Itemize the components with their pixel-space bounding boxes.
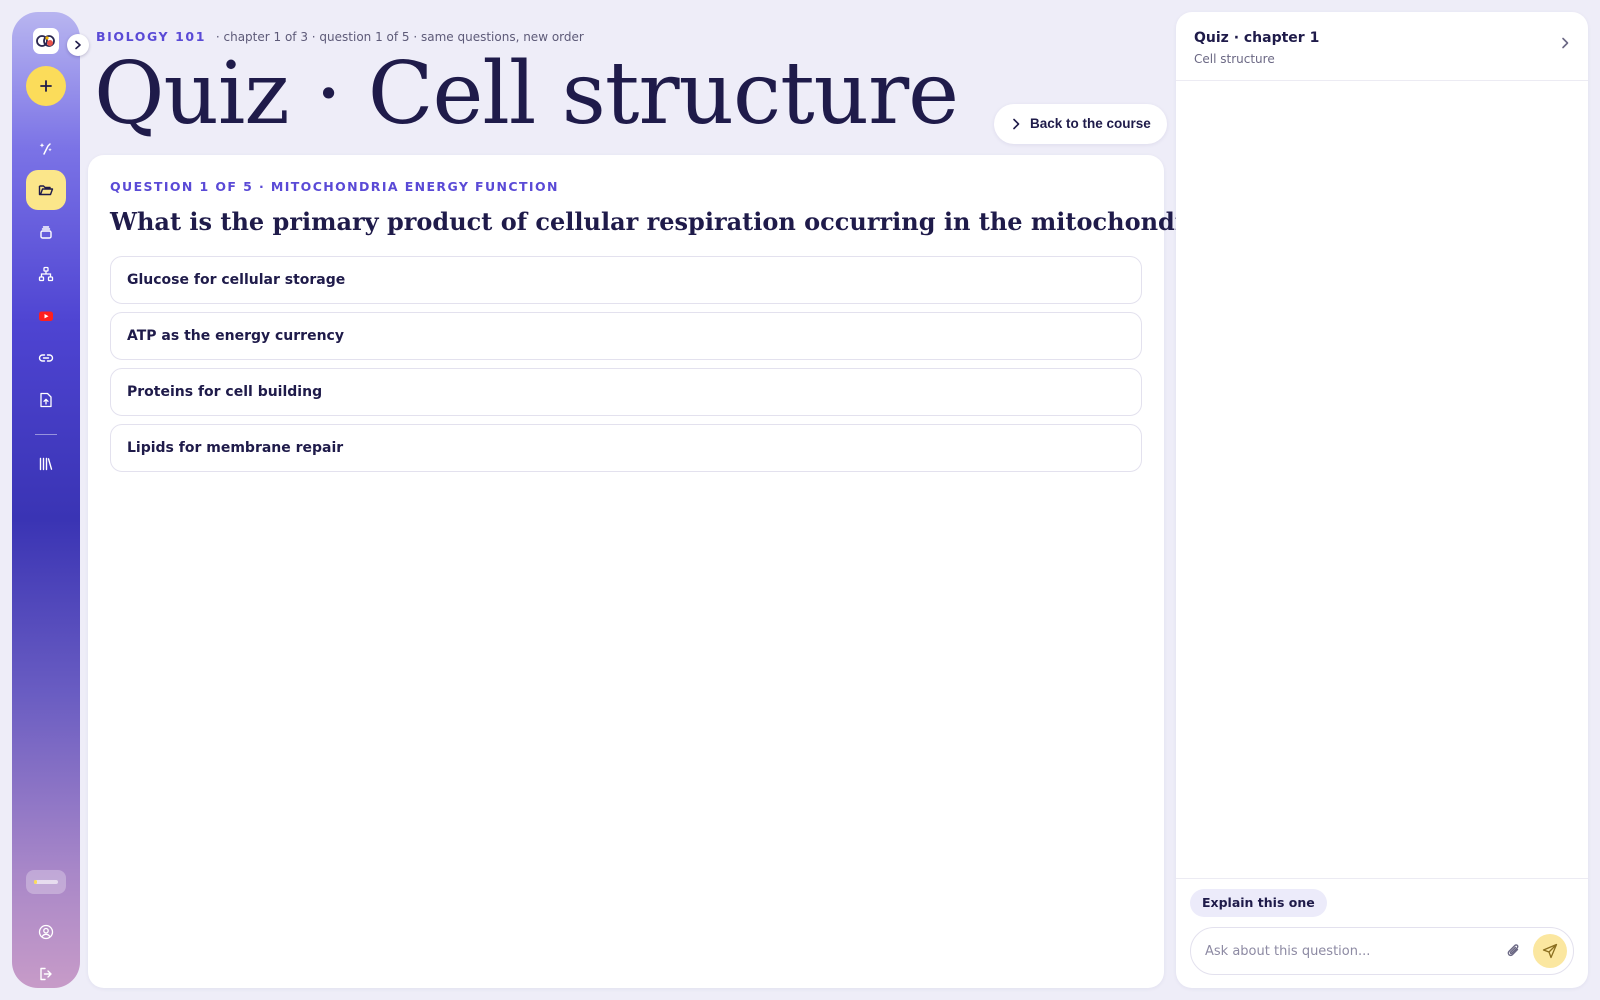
- panel-footer-divider: [1176, 878, 1588, 879]
- course-name[interactable]: BIOLOGY 101: [96, 29, 206, 44]
- answer-option[interactable]: ATP as the energy currency: [110, 312, 1142, 360]
- sidebar-item-library[interactable]: [26, 444, 66, 484]
- folder-open-icon: [38, 185, 54, 196]
- sparkles-icon: [39, 143, 52, 155]
- explain-this-one-button[interactable]: Explain this one: [1190, 889, 1327, 917]
- answer-option[interactable]: Lipids for membrane repair: [110, 424, 1142, 472]
- chevron-right-icon: [1013, 118, 1020, 130]
- chevron-right-icon: [75, 40, 81, 50]
- answer-option[interactable]: Proteins for cell building: [110, 368, 1142, 416]
- back-to-course-label: Back to the course: [1030, 116, 1151, 131]
- question-label: QUESTION 1 OF 5 · MITOCHONDRIA ENERGY FU…: [110, 179, 559, 194]
- sidebar-item-mindmap[interactable]: [26, 254, 66, 294]
- logo-icon: [36, 35, 55, 47]
- sidebar-item-links[interactable]: [26, 338, 66, 378]
- collapse-panel-button[interactable]: [1556, 34, 1574, 52]
- sidebar-expand-button[interactable]: [67, 34, 89, 56]
- quiz-context: · chapter 1 of 3 · question 1 of 5 · sam…: [215, 30, 584, 44]
- question-card: QUESTION 1 OF 5 · MITOCHONDRIA ENERGY FU…: [88, 155, 1226, 988]
- app-logo[interactable]: [33, 28, 59, 54]
- youtube-icon: [39, 311, 53, 321]
- assistant-panel: Quiz · chapter 1 Cell structure Explain …: [1176, 12, 1588, 988]
- sidebar: [12, 12, 89, 988]
- panel-title: Quiz · chapter 1: [1194, 30, 1320, 46]
- stack-icon: [40, 226, 52, 239]
- user-circle-icon: [38, 924, 54, 940]
- paperclip-icon: [1507, 944, 1519, 957]
- page-title: Quiz · Cell structure: [94, 44, 959, 144]
- add-button[interactable]: [26, 66, 66, 106]
- usage-progress: [26, 870, 66, 894]
- back-to-course-button[interactable]: Back to the course: [994, 104, 1167, 144]
- answer-option[interactable]: Glucose for cellular storage: [110, 256, 1142, 304]
- usage-progress-fill: [34, 880, 37, 884]
- send-icon: [1542, 943, 1558, 959]
- ask-question-input[interactable]: [1205, 940, 1495, 962]
- sitemap-icon: [38, 266, 54, 282]
- file-upload-icon: [40, 392, 52, 408]
- chevron-right-icon: [1562, 37, 1569, 49]
- usage-progress-track: [34, 880, 58, 884]
- panel-header-divider: [1176, 80, 1588, 81]
- send-button[interactable]: [1533, 934, 1567, 968]
- sidebar-item-ai[interactable]: [26, 128, 66, 168]
- chat-composer: [1190, 927, 1574, 975]
- logout-icon: [40, 967, 52, 981]
- sidebar-item-folders[interactable]: [26, 170, 66, 210]
- question-text: What is the primary product of cellular …: [110, 207, 1227, 236]
- panel-subtitle: Cell structure: [1194, 52, 1275, 66]
- sidebar-item-cards[interactable]: [26, 212, 66, 252]
- attach-button[interactable]: [1505, 942, 1525, 962]
- link-icon: [38, 354, 54, 362]
- sidebar-item-youtube[interactable]: [26, 296, 66, 336]
- plus-icon: [40, 80, 52, 92]
- sidebar-item-logout[interactable]: [26, 954, 66, 994]
- sidebar-divider: [35, 434, 57, 435]
- sidebar-item-upload[interactable]: [26, 380, 66, 420]
- breadcrumb: BIOLOGY 101 · chapter 1 of 3 · question …: [96, 29, 584, 44]
- library-icon: [39, 457, 53, 471]
- sidebar-item-account[interactable]: [26, 912, 66, 952]
